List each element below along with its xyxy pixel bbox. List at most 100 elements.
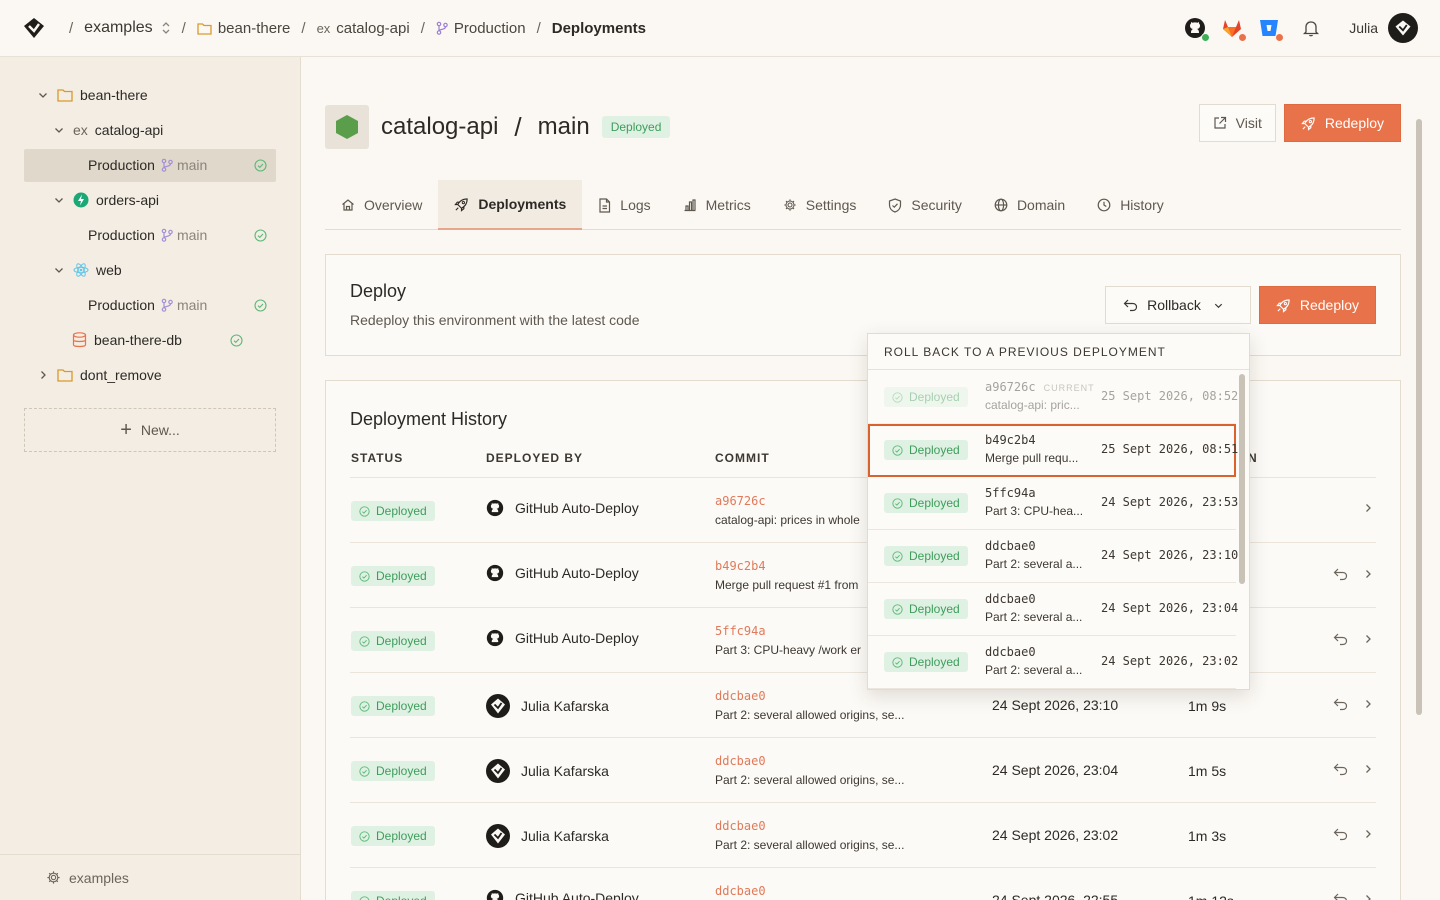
- table-row[interactable]: Deployed Julia Kafarska ddcbae0 Part 2: sev…: [350, 737, 1376, 802]
- chevron-right-icon[interactable]: [1362, 893, 1374, 900]
- chevron-right-icon[interactable]: [1362, 568, 1374, 580]
- commit-hash-text: ddcbae0: [985, 592, 1036, 606]
- rollback-dropdown-button[interactable]: Rollback: [1105, 286, 1251, 324]
- app-logo-icon[interactable]: [22, 16, 46, 40]
- tab-label: Logs: [620, 197, 651, 213]
- tab-domain[interactable]: Domain: [978, 180, 1081, 230]
- breadcrumb-environment[interactable]: Production: [454, 20, 526, 37]
- commit-hash[interactable]: ddcbae0: [715, 819, 925, 833]
- user-avatar[interactable]: [1388, 13, 1418, 43]
- rollback-icon[interactable]: [1333, 697, 1348, 711]
- rollback-icon[interactable]: [1333, 632, 1348, 646]
- sidebar-item-orders-production[interactable]: Production main: [88, 219, 207, 251]
- new-resource-button[interactable]: + New...: [24, 408, 276, 452]
- breadcrumb-org[interactable]: examples: [84, 19, 152, 37]
- branch-name: main: [176, 157, 208, 173]
- sidebar-item-catalog-api[interactable]: ex catalog-api: [53, 114, 163, 146]
- rollback-option[interactable]: Deployed ddcbae0 Part 2: several a... 24 Se…: [868, 530, 1238, 583]
- sidebar-item-label: bean-there-db: [94, 332, 182, 348]
- chevron-down-icon[interactable]: [53, 124, 67, 136]
- github-icon[interactable]: [1184, 17, 1211, 42]
- status-text: Deployed: [376, 699, 427, 713]
- chevron-down-icon[interactable]: [53, 264, 67, 276]
- globe-icon: [994, 198, 1017, 212]
- commit-hash[interactable]: ddcbae0: [715, 884, 925, 898]
- rollback-option[interactable]: Deployed 5ffc94a Part 3: CPU-hea... 24 Sept…: [868, 477, 1238, 530]
- org-switcher-icon[interactable]: [161, 21, 171, 35]
- user-name[interactable]: Julia: [1349, 20, 1378, 36]
- sidebar-item-orders-api[interactable]: orders-api: [53, 184, 159, 216]
- sidebar-footer[interactable]: examples: [0, 854, 300, 900]
- status-badge: Deployed: [351, 501, 435, 521]
- commit-hash: ddcbae0: [985, 539, 1036, 553]
- rollback-menu: ROLL BACK TO A PREVIOUS DEPLOYMENT Deplo…: [867, 333, 1250, 690]
- rollback-icon[interactable]: [1333, 762, 1348, 776]
- current-tag: CURRENT: [1043, 383, 1095, 393]
- chevron-right-icon[interactable]: [1362, 763, 1374, 775]
- redeploy-label: Redeploy: [1299, 297, 1359, 313]
- sidebar-item-web[interactable]: web: [53, 254, 122, 286]
- folder-icon: [197, 22, 212, 35]
- rollback-icon[interactable]: [1333, 567, 1348, 581]
- rollback-option[interactable]: Deployed b49c2b4 Merge pull requ... 25 Sept…: [868, 424, 1238, 477]
- rollback-option: Deployed a96726c CURRENT catalog-api: pric.…: [868, 371, 1238, 424]
- status-text: Deployed: [909, 655, 960, 669]
- tab-metrics[interactable]: Metrics: [667, 180, 767, 230]
- status-badge: Deployed: [601, 116, 671, 138]
- sidebar-item-catalog-production[interactable]: Production main: [88, 149, 207, 181]
- commit-hash: ddcbae0: [985, 592, 1036, 606]
- status-cell: Deployed: [351, 891, 435, 900]
- status-text: Deployed: [909, 602, 960, 616]
- gear-icon: [46, 870, 69, 885]
- status-badge: Deployed: [884, 652, 968, 672]
- chevron-right-icon[interactable]: [37, 369, 51, 381]
- tab-security[interactable]: Security: [872, 180, 978, 230]
- check-circle-icon: [892, 603, 909, 615]
- breadcrumb-project[interactable]: bean-there: [218, 20, 291, 37]
- commit-hash[interactable]: ddcbae0: [715, 754, 925, 768]
- chevron-down-icon[interactable]: [53, 194, 67, 206]
- sidebar-item-bean-there-db[interactable]: bean-there-db: [72, 324, 182, 356]
- commit-hash[interactable]: ddcbae0: [715, 689, 925, 703]
- rollback-menu-scrollbar[interactable]: [1239, 374, 1245, 584]
- bitbucket-icon[interactable]: [1258, 17, 1285, 42]
- tab-logs[interactable]: Logs: [582, 180, 666, 230]
- rollback-icon[interactable]: [1333, 827, 1348, 841]
- status-cell: Deployed: [351, 761, 435, 781]
- tab-overview[interactable]: Overview: [325, 180, 438, 230]
- gitlab-icon[interactable]: [1221, 17, 1248, 42]
- tab-settings[interactable]: Settings: [767, 180, 873, 230]
- commit-message: Part 2: several a...: [985, 663, 1083, 677]
- rollback-option[interactable]: Deployed ddcbae0 Part 2: several a... 24 Se…: [868, 583, 1238, 636]
- sidebar-item-dont-remove[interactable]: dont_remove: [37, 359, 162, 391]
- chevron-right-icon[interactable]: [1362, 633, 1374, 645]
- new-resource-label: New...: [140, 422, 180, 438]
- visit-button[interactable]: Visit: [1198, 104, 1276, 142]
- main-scrollbar[interactable]: [1416, 119, 1422, 715]
- service-branch: main: [537, 113, 590, 140]
- sidebar-item-label: Production: [88, 297, 155, 313]
- rollback-icon[interactable]: [1333, 892, 1348, 900]
- status-cell: Deployed: [351, 696, 435, 716]
- status-text: Deployed: [909, 443, 960, 457]
- tab-history[interactable]: History: [1081, 180, 1180, 230]
- tab-deployments[interactable]: Deployments: [438, 180, 583, 230]
- deployed-by-cell: Julia Kafarska: [486, 694, 609, 718]
- redeploy-header-button[interactable]: Redeploy: [1283, 104, 1401, 142]
- bell-icon[interactable]: [1300, 17, 1322, 39]
- rollback-option[interactable]: Deployed ddcbae0 Part 2: several a... 24 Se…: [868, 636, 1238, 689]
- sidebar-item-label: Production: [88, 157, 155, 173]
- table-row[interactable]: Deployed GitHub Auto-Deploy ddcbae0 24 Sept…: [350, 867, 1376, 900]
- sidebar-item-web-production[interactable]: Production main: [88, 289, 207, 321]
- chevron-right-icon[interactable]: [1362, 502, 1374, 514]
- table-row[interactable]: Deployed Julia Kafarska ddcbae0 Part 2: sev…: [350, 802, 1376, 867]
- breadcrumb-service[interactable]: catalog-api: [336, 20, 409, 37]
- chevron-right-icon[interactable]: [1362, 828, 1374, 840]
- chevron-right-icon[interactable]: [1362, 698, 1374, 710]
- service-hexagon-icon: [325, 105, 369, 149]
- chevron-down-icon[interactable]: [37, 89, 51, 101]
- column-header-status: STATUS: [351, 451, 404, 465]
- sidebar-item-bean-there[interactable]: bean-there: [37, 79, 148, 111]
- breadcrumb-page: Deployments: [551, 19, 646, 37]
- redeploy-button[interactable]: Redeploy: [1258, 286, 1376, 324]
